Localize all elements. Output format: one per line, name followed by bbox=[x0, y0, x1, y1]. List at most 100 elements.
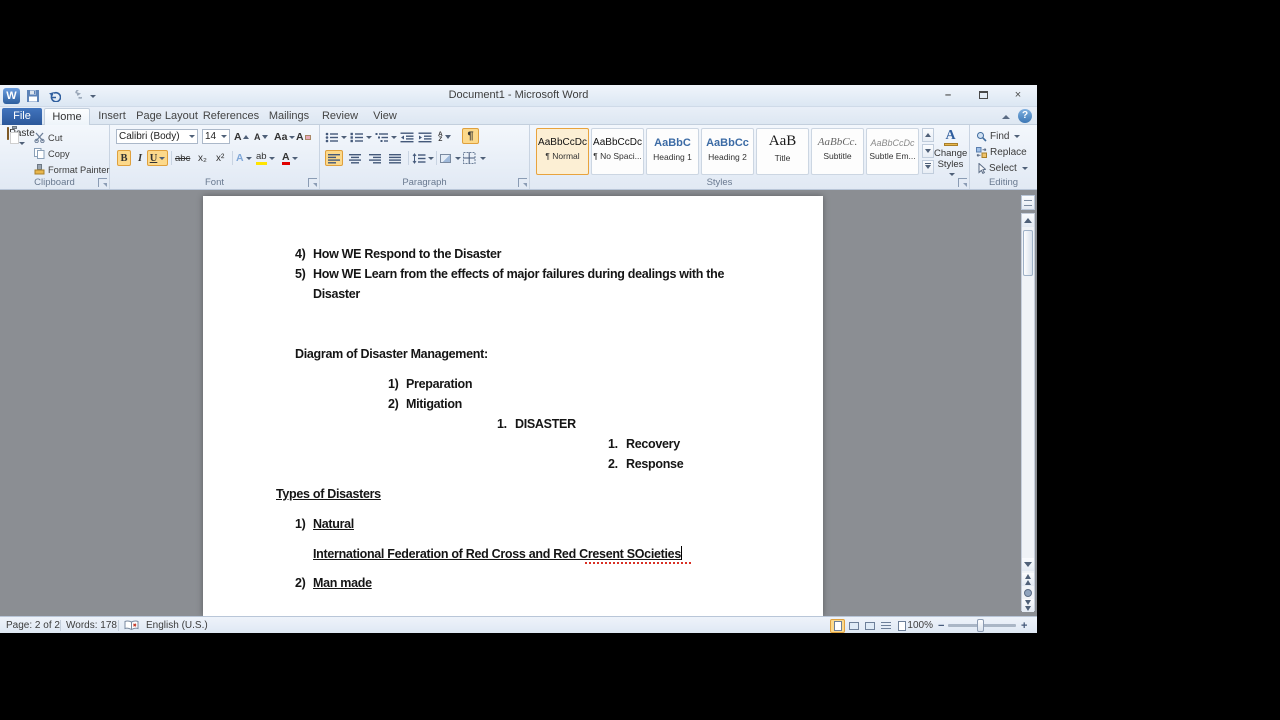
style-title[interactable]: AaB Title bbox=[756, 128, 809, 175]
sort-button[interactable]: AZ bbox=[438, 129, 451, 145]
underline-button[interactable]: U bbox=[147, 150, 168, 166]
clear-formatting-button[interactable]: A bbox=[296, 129, 311, 145]
strikethrough-button[interactable]: abc bbox=[175, 150, 190, 166]
style-heading-2[interactable]: AaBbCc Heading 2 bbox=[701, 128, 754, 175]
document-page[interactable]: 4) How WE Respond to the Disaster 5) How W… bbox=[203, 196, 823, 616]
font-group: Calibri (Body) 14 A A Aa A B I U abc x₂ … bbox=[110, 125, 320, 189]
select-button[interactable]: Select bbox=[976, 161, 1028, 175]
help-button[interactable]: ? bbox=[1018, 109, 1032, 123]
text-effects-button[interactable]: A bbox=[236, 150, 252, 166]
styles-more-button[interactable] bbox=[922, 160, 934, 174]
doc-line-5-cont[interactable]: Disaster bbox=[313, 286, 360, 302]
word-count[interactable]: Words: 178 bbox=[66, 619, 117, 632]
doc-line-diagram-heading[interactable]: Diagram of Disaster Management: bbox=[295, 346, 488, 362]
vertical-scrollbar[interactable] bbox=[1021, 213, 1035, 612]
tab-mailings[interactable]: Mailings bbox=[262, 108, 316, 125]
doc-line-types-heading[interactable]: Types of Disasters bbox=[276, 486, 381, 502]
multilevel-list-button[interactable] bbox=[375, 129, 397, 145]
select-browse-object-button[interactable] bbox=[1024, 589, 1032, 597]
shading-button[interactable] bbox=[440, 150, 461, 166]
web-layout-view-button[interactable] bbox=[862, 619, 877, 633]
font-family-combo[interactable]: Calibri (Body) bbox=[116, 129, 198, 144]
change-case-button[interactable]: Aa bbox=[274, 129, 296, 145]
numbering-button[interactable] bbox=[350, 129, 372, 145]
tab-insert[interactable]: Insert bbox=[90, 108, 134, 125]
tab-page-layout[interactable]: Page Layout bbox=[134, 108, 200, 125]
scroll-up-button[interactable] bbox=[1022, 214, 1034, 227]
tab-view[interactable]: View bbox=[364, 108, 406, 125]
increase-indent-button[interactable] bbox=[418, 129, 432, 145]
doc-line-natural[interactable]: 1) Natural bbox=[295, 516, 354, 532]
bold-button[interactable]: B bbox=[117, 150, 131, 166]
view-ruler-toggle-button[interactable] bbox=[1021, 195, 1035, 210]
zoom-in-button[interactable]: + bbox=[1021, 619, 1027, 632]
style-subtle-emphasis[interactable]: AaBbCcDc Subtle Em... bbox=[866, 128, 919, 175]
borders-button[interactable] bbox=[463, 150, 486, 166]
previous-page-button[interactable] bbox=[1022, 573, 1034, 586]
minimize-button[interactable]: – bbox=[935, 87, 961, 102]
tab-home[interactable]: Home bbox=[44, 108, 90, 125]
doc-line-5[interactable]: 5) How WE Learn from the effects of major… bbox=[295, 266, 724, 282]
doc-line-preparation[interactable]: 1) Preparation bbox=[388, 376, 472, 392]
fullscreen-reading-view-button[interactable] bbox=[846, 619, 861, 633]
proofing-status-button[interactable] bbox=[124, 619, 139, 632]
close-button[interactable]: × bbox=[1005, 87, 1031, 102]
bullets-button[interactable] bbox=[325, 129, 347, 145]
style-no-spacing[interactable]: AaBbCcDc ¶ No Spaci... bbox=[591, 128, 644, 175]
italic-button[interactable]: I bbox=[135, 150, 145, 166]
style-heading-1[interactable]: AaBbC Heading 1 bbox=[646, 128, 699, 175]
doc-line-mitigation[interactable]: 2) Mitigation bbox=[388, 396, 462, 412]
language-indicator[interactable]: English (U.S.) bbox=[146, 619, 208, 632]
highlight-color-button[interactable]: ab bbox=[256, 150, 275, 166]
print-layout-view-button[interactable] bbox=[830, 618, 845, 633]
scroll-down-button[interactable] bbox=[1022, 558, 1034, 571]
doc-line-federation[interactable]: International Federation of Red Cross an… bbox=[313, 546, 682, 562]
paste-button[interactable]: Paste bbox=[6, 126, 36, 184]
subscript-button[interactable]: x₂ bbox=[198, 150, 207, 166]
next-page-button[interactable] bbox=[1022, 599, 1034, 612]
format-painter-button[interactable]: Format Painter bbox=[34, 162, 109, 177]
style-normal[interactable]: AaBbCcDc ¶ Normal bbox=[536, 128, 589, 175]
scrollbar-thumb[interactable] bbox=[1023, 230, 1033, 276]
replace-button[interactable]: Replace bbox=[976, 145, 1027, 159]
show-paragraph-marks-button[interactable]: ¶ bbox=[462, 128, 479, 144]
styles-scroll-up-button[interactable] bbox=[922, 128, 934, 142]
maximize-button[interactable] bbox=[970, 87, 996, 102]
decrease-indent-button[interactable] bbox=[400, 129, 414, 145]
font-size-combo[interactable]: 14 bbox=[202, 129, 230, 144]
outline-view-button[interactable] bbox=[878, 619, 893, 633]
superscript-button[interactable]: x² bbox=[216, 150, 224, 166]
align-left-button[interactable] bbox=[325, 150, 343, 166]
zoom-out-button[interactable]: − bbox=[938, 619, 944, 632]
styles-dialog-launcher[interactable] bbox=[958, 178, 967, 187]
change-styles-button[interactable]: A Change Styles bbox=[934, 128, 967, 176]
zoom-slider[interactable] bbox=[948, 619, 1016, 632]
grow-font-button[interactable]: A bbox=[234, 129, 249, 145]
tab-references[interactable]: References bbox=[200, 108, 262, 125]
clipboard-dialog-launcher[interactable] bbox=[98, 178, 107, 187]
align-center-button[interactable] bbox=[346, 150, 364, 166]
doc-line-4[interactable]: 4) How WE Respond to the Disaster bbox=[295, 246, 502, 262]
find-button[interactable]: Find bbox=[976, 129, 1021, 143]
cut-button[interactable]: Cut bbox=[34, 130, 62, 145]
font-dialog-launcher[interactable] bbox=[308, 178, 317, 187]
tab-file[interactable]: File bbox=[2, 108, 42, 125]
page-indicator[interactable]: Page: 2 of 2 bbox=[6, 619, 60, 632]
line-spacing-button[interactable] bbox=[412, 150, 434, 166]
paragraph-dialog-launcher[interactable] bbox=[518, 178, 527, 187]
minimize-ribbon-button[interactable] bbox=[999, 111, 1013, 122]
doc-line-recovery[interactable]: 1. Recovery bbox=[608, 436, 680, 452]
zoom-level[interactable]: 100% bbox=[903, 619, 933, 632]
zoom-slider-thumb[interactable] bbox=[977, 619, 984, 632]
doc-line-man-made[interactable]: 2) Man made bbox=[295, 575, 372, 591]
style-subtitle[interactable]: AaBbCc. Subtitle bbox=[811, 128, 864, 175]
justify-button[interactable] bbox=[386, 150, 404, 166]
align-right-button[interactable] bbox=[366, 150, 384, 166]
tab-review[interactable]: Review bbox=[316, 108, 364, 125]
styles-scroll-down-button[interactable] bbox=[922, 144, 934, 158]
doc-line-response[interactable]: 2. Response bbox=[608, 456, 684, 472]
doc-line-disaster[interactable]: 1. DISASTER bbox=[497, 416, 576, 432]
font-color-button[interactable]: A bbox=[282, 150, 298, 166]
copy-button[interactable]: Copy bbox=[34, 146, 70, 161]
shrink-font-button[interactable]: A bbox=[254, 129, 268, 145]
